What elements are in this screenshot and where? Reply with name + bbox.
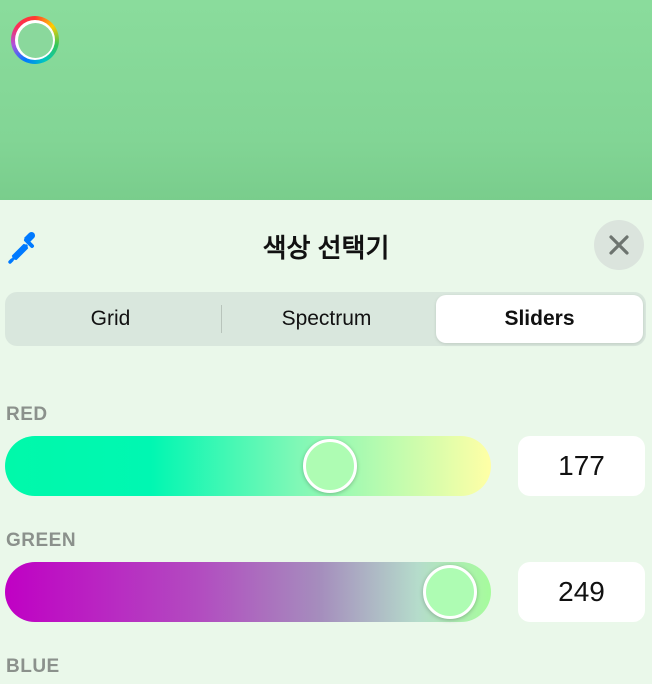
tab-spectrum[interactable]: Spectrum — [221, 292, 432, 346]
close-button[interactable] — [594, 220, 644, 270]
selected-color-swatch — [17, 22, 53, 58]
color-well-icon[interactable] — [11, 16, 59, 64]
mode-segmented-control: Grid Spectrum Sliders — [5, 292, 646, 346]
color-picker-sheet: 색상 선택기 Grid Spectrum Sliders RED 177 GRE… — [0, 200, 652, 684]
close-icon — [609, 235, 629, 255]
sheet-title: 색상 선택기 — [262, 233, 390, 263]
red-slider-thumb[interactable] — [303, 439, 357, 493]
color-preview-area — [0, 0, 652, 200]
tab-grid[interactable]: Grid — [5, 292, 216, 346]
green-slider-thumb[interactable] — [423, 565, 477, 619]
red-slider-label: RED — [6, 404, 48, 425]
green-slider-label: GREEN — [6, 530, 77, 551]
blue-slider-label: BLUE — [6, 656, 60, 677]
tab-sliders[interactable]: Sliders — [436, 295, 643, 343]
red-value-field[interactable]: 177 — [518, 436, 645, 496]
green-value-field[interactable]: 249 — [518, 562, 645, 622]
green-slider-track[interactable] — [5, 562, 491, 622]
color-picker-screen: 색상 선택기 Grid Spectrum Sliders RED 177 GRE… — [0, 0, 652, 684]
red-slider-track[interactable] — [5, 436, 491, 496]
